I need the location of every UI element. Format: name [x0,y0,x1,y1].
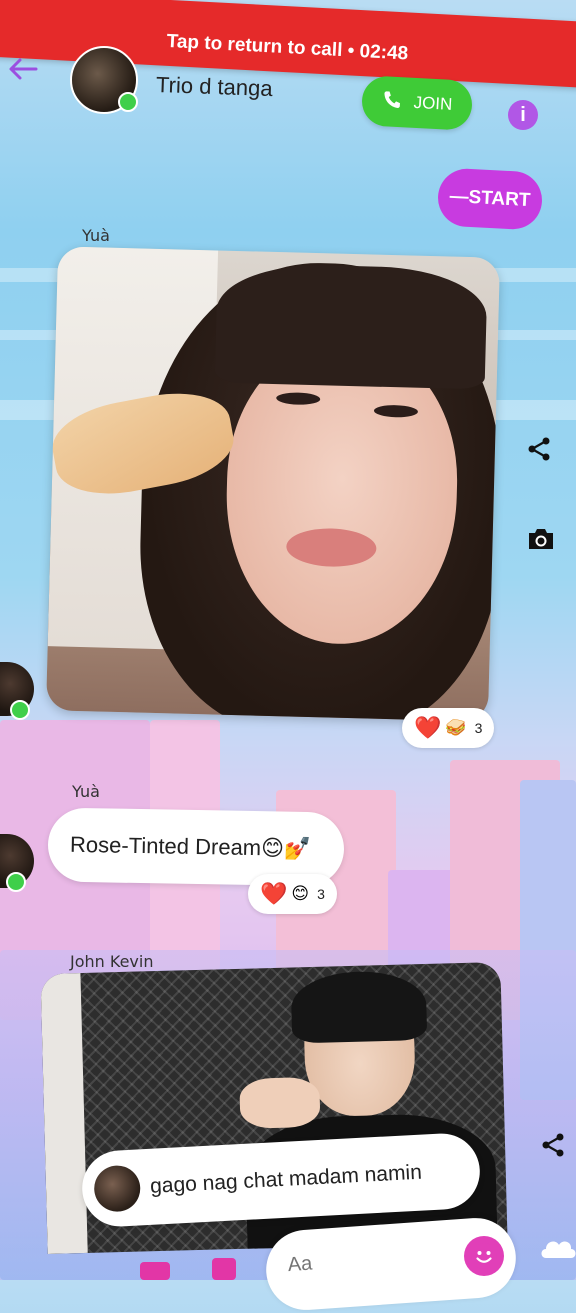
share-icon[interactable] [536,1128,570,1162]
online-indicator [10,700,30,720]
reaction-count: 3 [317,886,325,902]
emoji-icon[interactable] [464,1236,504,1276]
join-label: JOIN [413,92,453,114]
sender-name: John Kevin [70,952,154,971]
online-indicator [6,872,26,892]
sender-name: Yuà [72,782,100,801]
message-reactions[interactable]: ❤️ 😊 3 [248,874,337,914]
caption-avatar [93,1164,142,1213]
caption-text: gago nag chat madam namin [149,1160,423,1198]
share-icon[interactable] [522,432,556,466]
cloud-icon [538,1232,576,1262]
message-reactions[interactable]: ❤️ 🥪 3 [402,708,495,748]
join-call-button[interactable]: JOIN [360,75,474,131]
camera-icon[interactable] [524,522,558,556]
info-icon[interactable]: i [508,100,538,130]
back-arrow-icon[interactable] [6,52,40,86]
message-input[interactable] [285,1241,451,1279]
chat-title[interactable]: Trio d tanga [156,72,273,102]
reaction-emoji: ❤️ [414,715,442,740]
shared-photo[interactable] [46,246,500,722]
reaction-emoji: ❤️ [260,881,288,906]
reaction-count: 3 [474,720,483,736]
mic-icon[interactable] [212,1258,236,1280]
message-text: Rose-Tinted Dream😊💅 [69,831,312,862]
online-indicator [118,92,138,112]
gallery-icon[interactable] [140,1262,170,1280]
reaction-emoji: 😊 [291,884,310,903]
chat-header: Trio d tanga [0,40,576,140]
reaction-emoji: 🥪 [445,718,467,737]
start-button[interactable]: —START [436,167,544,231]
sender-name: Yuà [82,226,110,245]
phone-icon [381,89,402,115]
